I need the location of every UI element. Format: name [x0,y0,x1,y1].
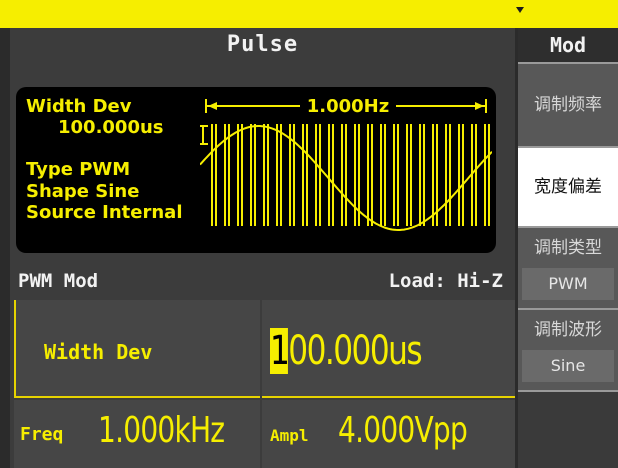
type-param: Type PWM [26,159,131,180]
width-dev-value: 100.000us [270,328,423,374]
mod-type-menu-label: 调制类型 [534,238,602,258]
menu-item-width-dev[interactable]: 宽度偏差 [518,148,618,226]
status-row: PWM Mod Load: Hi-Z [10,268,515,300]
width-dev-value-field[interactable]: 100.000us [262,300,515,398]
mod-type-label: PWM Mod [18,270,99,292]
menu-title: Mod [518,28,618,62]
mod-type-menu-value: PWM [522,268,614,300]
width-dev-label-text: Width Dev [44,340,153,364]
width-dev-field-label[interactable]: Width Dev [14,300,260,398]
trigger-marker-icon [516,7,524,13]
freq-field[interactable]: Freq 1.000kHz [14,400,260,468]
freq-value: 1.000kHz [98,410,225,451]
ampl-value: 4.000Vpp [338,410,468,451]
load-label: Load: Hi-Z [388,270,503,292]
menu-item-mod-freq[interactable]: 调制频率 [518,64,618,146]
page-title: Pulse [226,32,299,57]
mod-shape-menu-value: Sine [522,350,614,382]
edit-cursor-digit[interactable]: 1 [270,328,290,374]
top-status-bar [0,0,618,28]
source-param: Source Internal [26,202,183,223]
pwm-waveform-preview: 1.000Hz [200,96,492,231]
shape-param: Shape Sine [26,181,140,202]
width-dev-param-value: 100.000us [58,117,164,138]
ampl-field[interactable]: Ampl 4.000Vpp [262,400,515,468]
menu-item-mod-type[interactable]: 调制类型 PWM [518,228,618,308]
width-dev-param-label: Width Dev [26,96,132,117]
width-dev-value-rest: 00.000us [288,328,422,374]
mod-shape-menu-label: 调制波形 [534,320,602,340]
menu-item-empty[interactable] [518,392,618,468]
ampl-label: Ampl [270,426,309,445]
menu-item-mod-shape[interactable]: 调制波形 Sine [518,310,618,390]
pwm-pulses [211,124,490,226]
freq-label: Freq [20,424,64,445]
freq-marker-label: 1.000Hz [307,96,389,117]
